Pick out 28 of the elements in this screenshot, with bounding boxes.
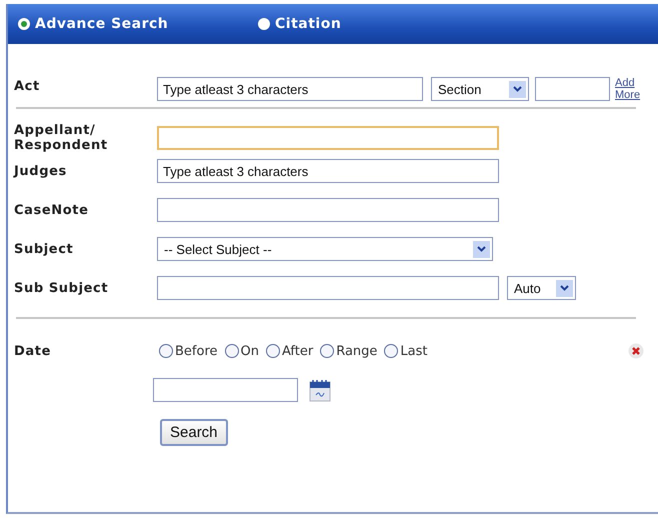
search-mode-tab[interactable]: Citation xyxy=(258,16,498,32)
date-option-radio[interactable]: Range xyxy=(320,344,378,358)
field-label: Act xyxy=(14,78,41,94)
text-input[interactable] xyxy=(157,276,499,300)
field-label: Appellant/ Respondent xyxy=(14,123,109,153)
date-option-radio[interactable]: Before xyxy=(159,344,218,358)
text-input[interactable]: Type atleast 3 characters xyxy=(157,159,499,183)
text-input[interactable] xyxy=(157,126,499,150)
field-label: Date xyxy=(14,344,52,358)
section-input[interactable] xyxy=(535,77,610,101)
field-label: Subject xyxy=(14,242,74,256)
date-input[interactable] xyxy=(153,378,298,402)
remove-icon[interactable] xyxy=(628,343,644,359)
section-dropdown[interactable]: Section xyxy=(431,77,529,101)
date-option-radio[interactable]: After xyxy=(266,344,314,358)
calendar-icon[interactable] xyxy=(309,378,331,402)
act-input[interactable]: Type atleast 3 characters xyxy=(157,77,423,101)
text-input[interactable] xyxy=(157,198,499,222)
search-button[interactable]: Search xyxy=(160,419,228,446)
field-label: Sub Subject xyxy=(14,280,110,296)
date-option-radio[interactable]: Last xyxy=(384,344,428,358)
search-mode-tab[interactable]: Advance Search xyxy=(18,16,258,32)
field-label: CaseNote xyxy=(14,202,90,218)
field-label: Judges xyxy=(14,164,68,178)
add-more-link[interactable]: Add More xyxy=(615,77,640,101)
date-option-radio[interactable]: On xyxy=(224,344,259,358)
subject-dropdown[interactable]: -- Select Subject -- xyxy=(157,237,493,261)
auto-dropdown[interactable]: Auto xyxy=(507,276,576,300)
